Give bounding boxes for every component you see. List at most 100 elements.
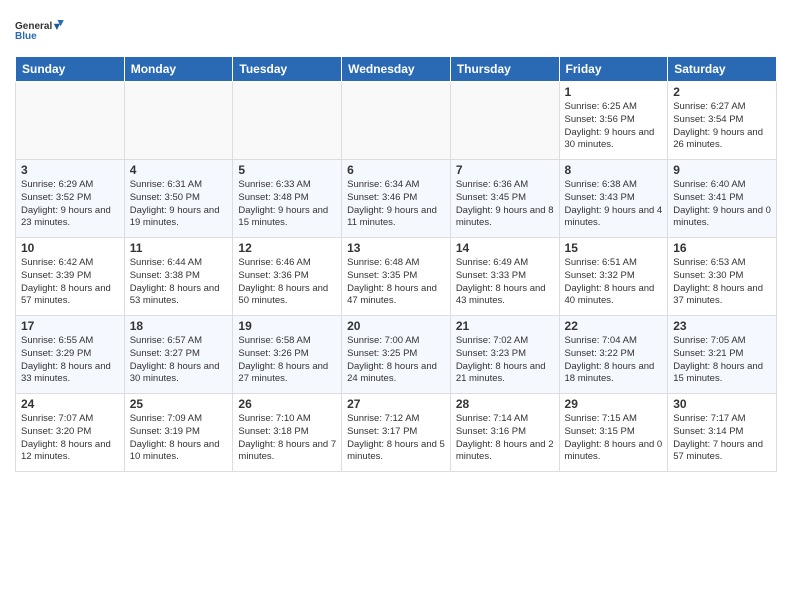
calendar-cell: 4 Sunrise: 6:31 AMSunset: 3:50 PMDaylight… (124, 160, 233, 238)
calendar: SundayMondayTuesdayWednesdayThursdayFrid… (15, 56, 777, 472)
calendar-cell: 30Sunrise: 7:17 AMSunset: 3:14 PMDayligh… (668, 394, 777, 472)
day-details: Sunrise: 7:15 AMSunset: 3:15 PMDaylight:… (565, 413, 663, 464)
calendar-cell: 17 Sunrise: 6:55 AMSunset: 3:29 PMDayligh… (16, 316, 125, 394)
day-number: 2 (673, 85, 771, 99)
day-number: 18 (130, 319, 228, 333)
day-details: Sunrise: 7:17 AMSunset: 3:14 PMDaylight:… (673, 413, 771, 464)
calendar-cell: 29 Sunrise: 7:15 AMSunset: 3:15 PMDayligh… (559, 394, 668, 472)
calendar-cell (342, 82, 451, 160)
day-details: Sunrise: 6:33 AMSunset: 3:48 PMDaylight:… (238, 179, 336, 230)
header: General Blue (15, 10, 777, 50)
day-details: Sunrise: 7:05 AMSunset: 3:21 PMDaylight:… (673, 335, 771, 386)
calendar-col-header: Wednesday (342, 57, 451, 82)
day-details: Sunrise: 6:51 AMSunset: 3:32 PMDaylight:… (565, 257, 663, 308)
day-details: Sunrise: 6:55 AMSunset: 3:29 PMDaylight:… (21, 335, 119, 386)
calendar-cell: 20Sunrise: 7:00 AMSunset: 3:25 PMDayligh… (342, 316, 451, 394)
calendar-cell: 13 Sunrise: 6:48 AMSunset: 3:35 PMDayligh… (342, 238, 451, 316)
calendar-cell: 16 Sunrise: 6:53 AMSunset: 3:30 PMDayligh… (668, 238, 777, 316)
day-number: 3 (21, 163, 119, 177)
day-details: Sunrise: 7:02 AMSunset: 3:23 PMDaylight:… (456, 335, 554, 386)
calendar-col-header: Thursday (450, 57, 559, 82)
day-details: Sunrise: 6:25 AMSunset: 3:56 PMDaylight:… (565, 101, 663, 152)
day-details: Sunrise: 6:34 AMSunset: 3:46 PMDaylight:… (347, 179, 445, 230)
svg-text:Blue: Blue (15, 31, 37, 42)
calendar-cell: 3 Sunrise: 6:29 AMSunset: 3:52 PMDaylight… (16, 160, 125, 238)
day-number: 22 (565, 319, 663, 333)
svg-text:General: General (15, 21, 52, 32)
calendar-cell: 6 Sunrise: 6:34 AMSunset: 3:46 PMDaylight… (342, 160, 451, 238)
calendar-col-header: Monday (124, 57, 233, 82)
calendar-cell: 21 Sunrise: 7:02 AMSunset: 3:23 PMDayligh… (450, 316, 559, 394)
day-number: 1 (565, 85, 663, 99)
calendar-cell: 7 Sunrise: 6:36 AMSunset: 3:45 PMDaylight… (450, 160, 559, 238)
calendar-cell: 23Sunrise: 7:05 AMSunset: 3:21 PMDayligh… (668, 316, 777, 394)
calendar-col-header: Friday (559, 57, 668, 82)
day-details: Sunrise: 6:40 AMSunset: 3:41 PMDaylight:… (673, 179, 771, 230)
logo-svg: General Blue (15, 10, 65, 50)
calendar-cell: 24 Sunrise: 7:07 AMSunset: 3:20 PMDayligh… (16, 394, 125, 472)
day-details: Sunrise: 6:29 AMSunset: 3:52 PMDaylight:… (21, 179, 119, 230)
day-number: 7 (456, 163, 554, 177)
day-number: 4 (130, 163, 228, 177)
calendar-cell: 5 Sunrise: 6:33 AMSunset: 3:48 PMDaylight… (233, 160, 342, 238)
day-number: 28 (456, 397, 554, 411)
logo: General Blue (15, 10, 65, 50)
calendar-cell: 11Sunrise: 6:44 AMSunset: 3:38 PMDayligh… (124, 238, 233, 316)
calendar-cell: 27 Sunrise: 7:12 AMSunset: 3:17 PMDayligh… (342, 394, 451, 472)
day-details: Sunrise: 7:00 AMSunset: 3:25 PMDaylight:… (347, 335, 445, 386)
calendar-header-row: SundayMondayTuesdayWednesdayThursdayFrid… (16, 57, 777, 82)
calendar-cell: 14 Sunrise: 6:49 AMSunset: 3:33 PMDayligh… (450, 238, 559, 316)
day-number: 21 (456, 319, 554, 333)
calendar-week-row: 3 Sunrise: 6:29 AMSunset: 3:52 PMDaylight… (16, 160, 777, 238)
day-details: Sunrise: 6:58 AMSunset: 3:26 PMDaylight:… (238, 335, 336, 386)
calendar-week-row: 24 Sunrise: 7:07 AMSunset: 3:20 PMDayligh… (16, 394, 777, 472)
day-details: Sunrise: 6:31 AMSunset: 3:50 PMDaylight:… (130, 179, 228, 230)
day-number: 9 (673, 163, 771, 177)
day-details: Sunrise: 7:12 AMSunset: 3:17 PMDaylight:… (347, 413, 445, 464)
calendar-cell (233, 82, 342, 160)
day-number: 19 (238, 319, 336, 333)
calendar-col-header: Sunday (16, 57, 125, 82)
day-details: Sunrise: 6:49 AMSunset: 3:33 PMDaylight:… (456, 257, 554, 308)
day-details: Sunrise: 6:38 AMSunset: 3:43 PMDaylight:… (565, 179, 663, 230)
calendar-col-header: Tuesday (233, 57, 342, 82)
calendar-cell (450, 82, 559, 160)
calendar-week-row: 1 Sunrise: 6:25 AMSunset: 3:56 PMDaylight… (16, 82, 777, 160)
day-number: 29 (565, 397, 663, 411)
calendar-cell: 28 Sunrise: 7:14 AMSunset: 3:16 PMDayligh… (450, 394, 559, 472)
day-details: Sunrise: 7:07 AMSunset: 3:20 PMDaylight:… (21, 413, 119, 464)
calendar-cell: 8 Sunrise: 6:38 AMSunset: 3:43 PMDaylight… (559, 160, 668, 238)
calendar-cell: 26Sunrise: 7:10 AMSunset: 3:18 PMDayligh… (233, 394, 342, 472)
day-details: Sunrise: 7:14 AMSunset: 3:16 PMDaylight:… (456, 413, 554, 464)
day-number: 14 (456, 241, 554, 255)
day-number: 12 (238, 241, 336, 255)
calendar-cell: 18Sunrise: 6:57 AMSunset: 3:27 PMDayligh… (124, 316, 233, 394)
day-number: 16 (673, 241, 771, 255)
day-number: 15 (565, 241, 663, 255)
calendar-cell: 2Sunrise: 6:27 AMSunset: 3:54 PMDaylight… (668, 82, 777, 160)
day-number: 17 (21, 319, 119, 333)
day-number: 6 (347, 163, 445, 177)
day-details: Sunrise: 6:46 AMSunset: 3:36 PMDaylight:… (238, 257, 336, 308)
day-number: 27 (347, 397, 445, 411)
calendar-cell: 25Sunrise: 7:09 AMSunset: 3:19 PMDayligh… (124, 394, 233, 472)
day-number: 8 (565, 163, 663, 177)
calendar-cell: 12 Sunrise: 6:46 AMSunset: 3:36 PMDayligh… (233, 238, 342, 316)
day-details: Sunrise: 6:48 AMSunset: 3:35 PMDaylight:… (347, 257, 445, 308)
day-details: Sunrise: 7:04 AMSunset: 3:22 PMDaylight:… (565, 335, 663, 386)
calendar-cell (16, 82, 125, 160)
day-number: 25 (130, 397, 228, 411)
calendar-cell: 9 Sunrise: 6:40 AMSunset: 3:41 PMDaylight… (668, 160, 777, 238)
calendar-cell: 19 Sunrise: 6:58 AMSunset: 3:26 PMDayligh… (233, 316, 342, 394)
day-details: Sunrise: 6:53 AMSunset: 3:30 PMDaylight:… (673, 257, 771, 308)
day-number: 26 (238, 397, 336, 411)
day-number: 5 (238, 163, 336, 177)
calendar-cell: 22 Sunrise: 7:04 AMSunset: 3:22 PMDayligh… (559, 316, 668, 394)
day-number: 24 (21, 397, 119, 411)
calendar-body: 1 Sunrise: 6:25 AMSunset: 3:56 PMDaylight… (16, 82, 777, 472)
day-details: Sunrise: 6:36 AMSunset: 3:45 PMDaylight:… (456, 179, 554, 230)
day-number: 13 (347, 241, 445, 255)
calendar-cell: 10Sunrise: 6:42 AMSunset: 3:39 PMDayligh… (16, 238, 125, 316)
calendar-cell: 1 Sunrise: 6:25 AMSunset: 3:56 PMDaylight… (559, 82, 668, 160)
calendar-cell (124, 82, 233, 160)
